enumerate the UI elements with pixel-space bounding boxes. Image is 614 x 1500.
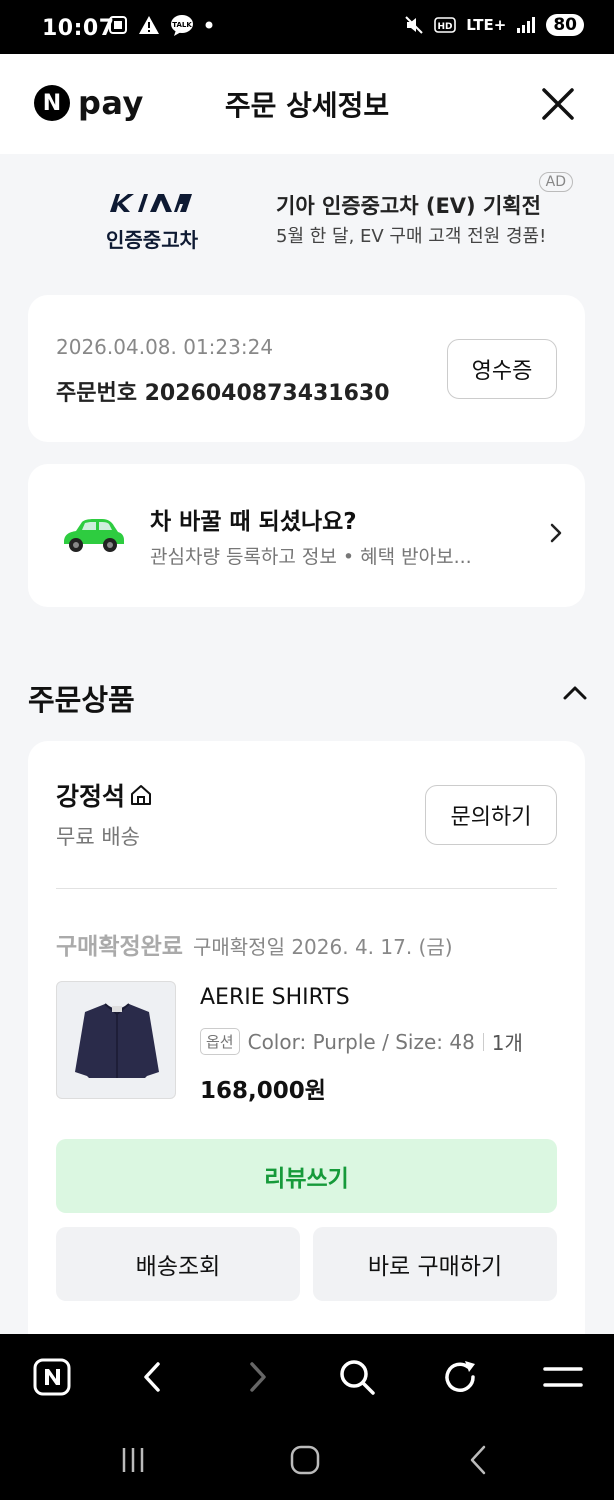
seller-name-row[interactable]: 강정석 [56,777,153,813]
warning-icon [139,16,159,34]
purchase-status-row: 구매확정완료 구매확정일 2026. 4. 17. (금) [56,927,453,961]
svg-text:HD: HD [438,22,453,32]
track-delivery-button[interactable]: 배송조회 [56,1227,300,1301]
dot-icon [205,21,213,29]
status-time: 10:07 [42,16,115,41]
inquiry-button[interactable]: 문의하기 [425,785,557,845]
recents-icon[interactable] [113,1440,153,1480]
svg-text:TALK: TALK [172,21,192,29]
order-info-card: 2026.04.08. 01:23:24 주문번호 20260408734316… [28,295,585,442]
status-left-icons: TALK [108,14,214,36]
page-title: 주문 상세정보 [224,89,390,122]
chevron-up-icon[interactable] [562,684,588,702]
status-right-icons: HD LTE+ 80 [404,14,584,36]
naver-home-icon[interactable] [29,1354,75,1400]
signal-icon [517,17,536,33]
purchase-status: 구매확정완료 [56,934,183,960]
system-nav-bar [0,1420,614,1500]
network-label: LTE+ [466,16,507,34]
home-icon[interactable] [285,1440,325,1480]
status-bar: 10:07 TALK HD LTE+ 80 [0,0,614,54]
order-number: 주문번호 2026040873431630 [56,381,390,406]
car-banner[interactable]: 차 바꿀 때 되셨나요? 관심차량 등록하고 정보 • 혜택 받아보... [28,464,585,607]
back-icon[interactable] [130,1354,176,1400]
receipt-button[interactable]: 영수증 [447,339,557,399]
refresh-icon[interactable] [437,1354,483,1400]
product-price: 168,000원 [200,1078,326,1104]
product-name[interactable]: AERIE SHIRTS [200,985,350,1010]
product-option: Color: Purple / Size: 48 [247,1029,475,1054]
car-banner-subtitle: 관심차량 등록하고 정보 • 혜택 받아보... [150,546,472,568]
shipping-info: 무료 배송 [56,825,140,849]
section-title: 주문상품 [28,683,135,717]
page-header: N pay 주문 상세정보 [0,54,614,154]
chevron-right-icon [550,523,562,543]
ad-title: 기아 인증중고차 (EV) 기획전 [276,194,541,218]
buy-again-button[interactable]: 바로 구매하기 [313,1227,557,1301]
search-icon[interactable] [334,1354,380,1400]
divider [56,888,557,889]
purchase-confirm-date: 구매확정일 2026. 4. 17. (금) [192,935,453,959]
back-nav-icon[interactable] [458,1440,498,1480]
option-separator [482,1032,484,1051]
ad-subtitle: 5월 한 달, EV 구매 고객 전원 경품! [276,226,547,247]
order-date: 2026.04.08. 01:23:24 [56,335,274,359]
ad-badge: AD [538,172,573,192]
browser-toolbar [0,1334,614,1420]
talk-icon: TALK [171,15,193,36]
car-icon [64,519,124,552]
product-option-row: 옵션 Color: Purple / Size: 48 1개 [200,1027,523,1056]
option-tag: 옵션 [200,1028,240,1055]
product-quantity: 1개 [491,1031,523,1055]
screenshot-icon [109,16,127,34]
shirt-image [75,1003,159,1078]
close-icon[interactable] [538,84,578,124]
store-home-icon [131,785,152,805]
product-card: 강정석 무료 배송 문의하기 구매확정완료 구매확정일 2026. 4. 17.… [28,741,585,1361]
product-thumbnail[interactable] [56,981,176,1099]
ad-banner[interactable]: AD 인증중고차 기아 인증중고차 (EV) 기획전 5월 한 달, EV 구매… [28,158,585,276]
car-banner-title: 차 바꿀 때 되셨나요? [150,509,357,535]
hd-icon: HD [434,17,457,33]
forward-icon[interactable] [234,1354,280,1400]
kia-logo-icon [110,194,192,212]
seller-name: 강정석 [56,782,126,811]
write-review-button[interactable]: 리뷰쓰기 [56,1139,557,1213]
menu-icon[interactable] [540,1354,586,1400]
ad-brand-sub: 인증중고차 [106,228,198,252]
mute-icon [405,16,423,34]
battery-indicator: 80 [546,14,584,36]
